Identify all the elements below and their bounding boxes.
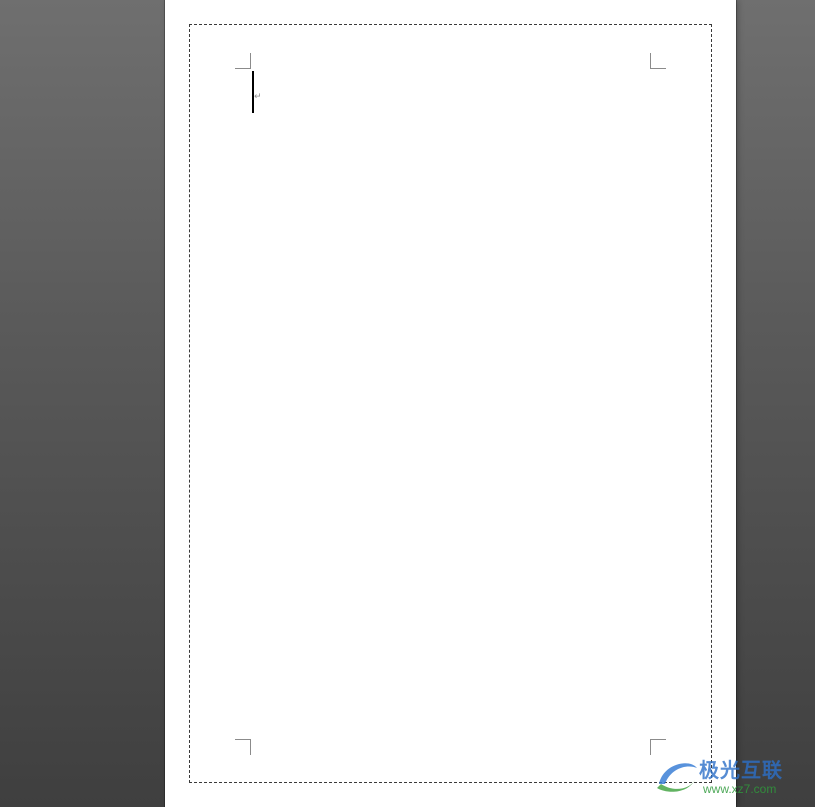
page-border [189, 24, 712, 783]
document-workspace[interactable]: ↵ 极光互联 www.xz7.com [0, 0, 815, 807]
crop-mark-top-left [235, 53, 251, 69]
crop-mark-bottom-left [235, 739, 251, 755]
watermark: 极光互联 www.xz7.com [653, 752, 813, 804]
paragraph-mark: ↵ [254, 92, 262, 102]
watermark-url: www.xz7.com [703, 782, 777, 796]
document-page[interactable]: ↵ [165, 0, 736, 807]
crop-mark-top-right [650, 53, 666, 69]
aurora-logo-icon [657, 763, 697, 792]
watermark-brand: 极光互联 [699, 758, 783, 782]
